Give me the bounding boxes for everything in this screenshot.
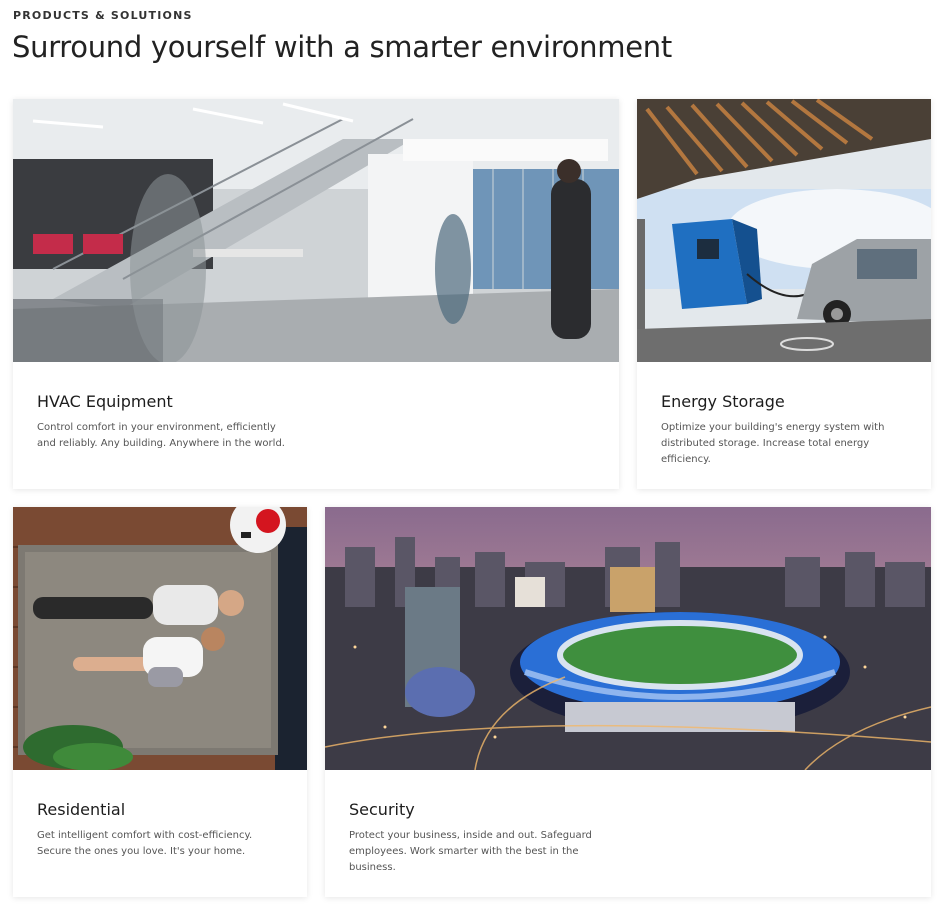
card-security[interactable]: Security Protect your business, inside a…: [325, 507, 931, 897]
hvac-image: [13, 99, 619, 362]
card-title: HVAC Equipment: [37, 392, 173, 411]
security-image: [325, 507, 931, 770]
section-eyebrow: PRODUCTS & SOLUTIONS: [13, 9, 193, 22]
card-energy-storage[interactable]: Energy Storage Optimize your building's …: [637, 99, 931, 489]
residential-image: [13, 507, 307, 770]
card-description: Protect your business, inside and out. S…: [349, 830, 592, 873]
card-residential[interactable]: Residential Get intelligent comfort with…: [13, 507, 307, 897]
section-headline: Surround yourself with a smarter environ…: [12, 30, 672, 64]
card-description: Control comfort in your environment, eff…: [37, 422, 285, 449]
card-description: Optimize your building's energy system w…: [661, 422, 885, 465]
card-hvac-equipment[interactable]: HVAC Equipment Control comfort in your e…: [13, 99, 619, 489]
card-description: Get intelligent comfort with cost-effici…: [37, 830, 253, 857]
card-title: Security: [349, 800, 415, 819]
card-title: Residential: [37, 800, 126, 819]
card-title: Energy Storage: [661, 392, 785, 411]
energy-storage-image: [637, 99, 931, 362]
